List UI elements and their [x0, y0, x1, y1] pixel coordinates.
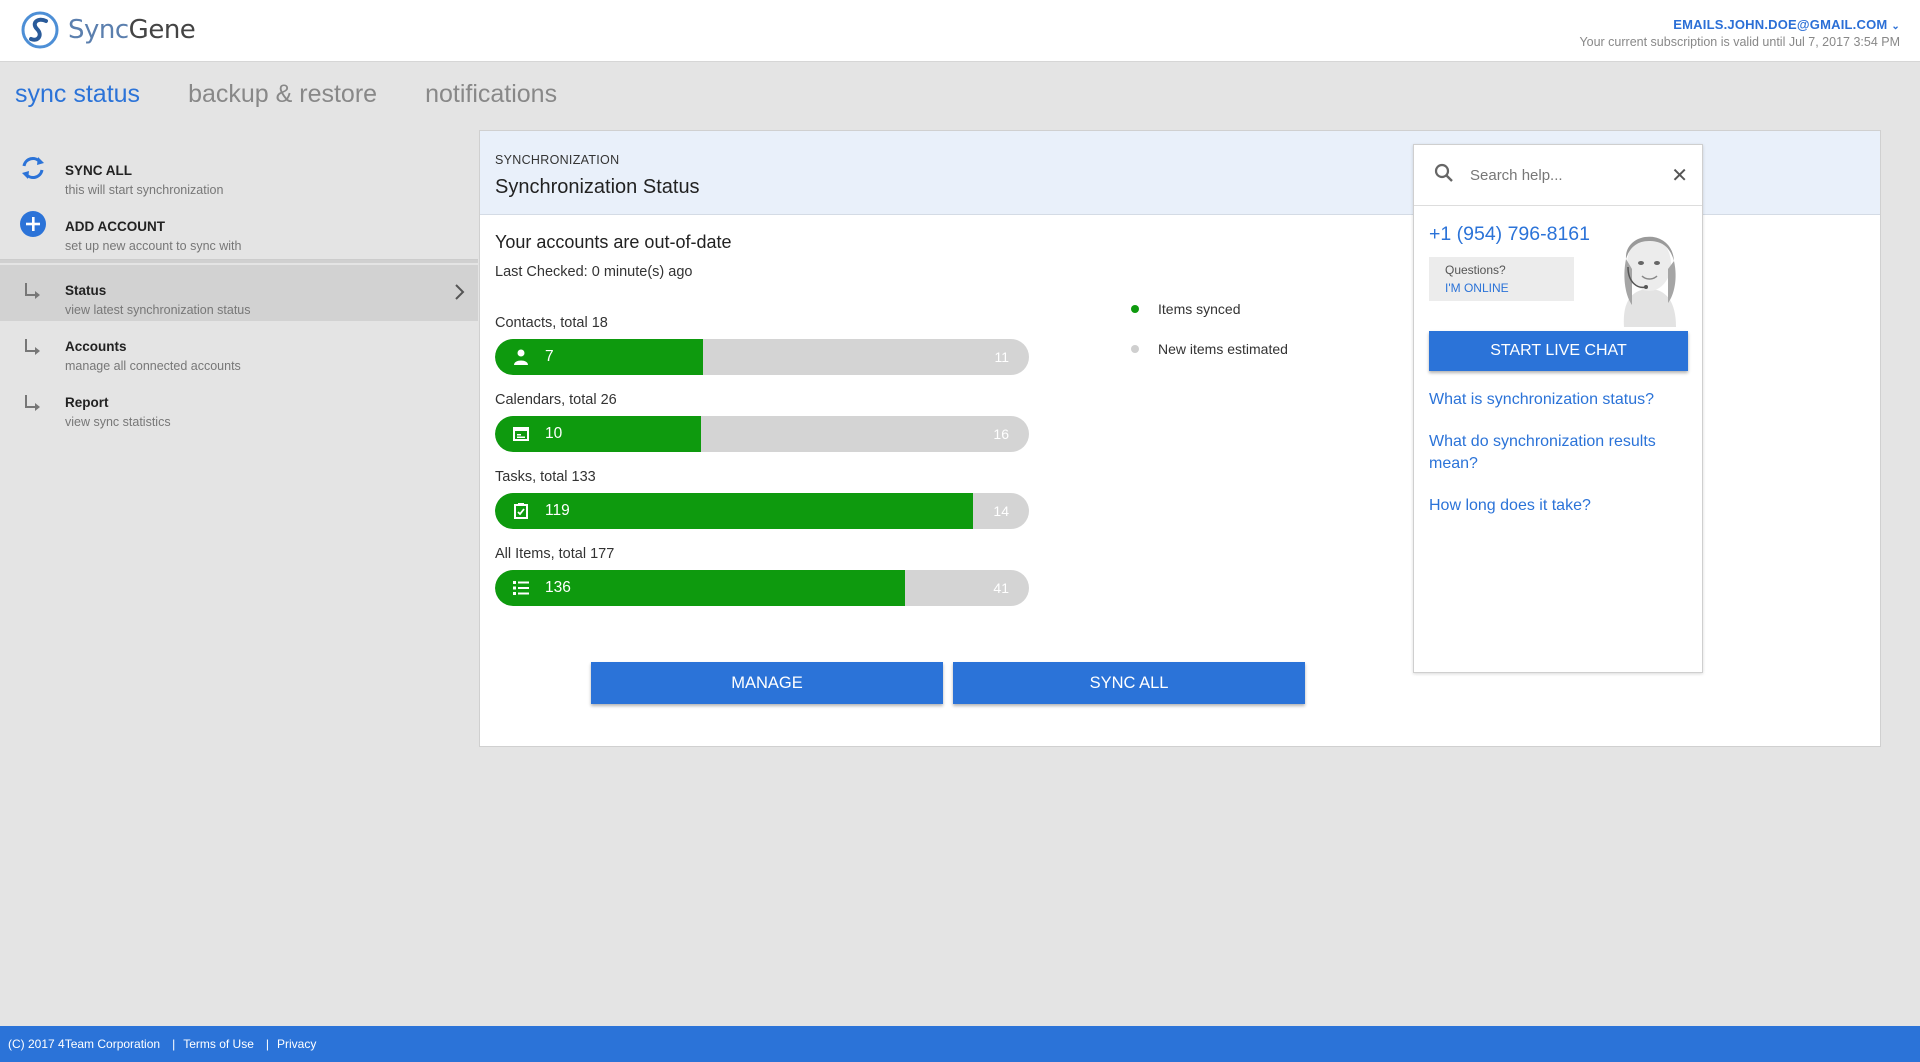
help-search-input[interactable] — [1470, 166, 1660, 184]
sidebar-add-account[interactable]: ADD ACCOUNT set up new account to sync w… — [0, 201, 478, 257]
chevron-down-icon[interactable]: ⌄ — [1891, 21, 1900, 32]
subdirectory-arrow-icon — [22, 393, 46, 419]
sidebar-action-sub: this will start synchronization — [65, 183, 224, 197]
top-nav: sync status backup & restore notificatio… — [15, 80, 605, 109]
account-menu[interactable]: EMAILS.JOHN.DOE@GMAIL.COM ⌄ — [1579, 17, 1900, 32]
list-icon — [511, 580, 531, 596]
sync-all-button[interactable]: SYNC ALL — [953, 662, 1305, 704]
footer: (C) 2017 4Team Corporation | Terms of Us… — [0, 1026, 1920, 1062]
header: SyncGene EMAILS.JOHN.DOE@GMAIL.COM ⌄ Your… — [0, 0, 1920, 62]
legend-item-synced: Items synced — [1131, 289, 1288, 329]
help-search-bar: ✕ — [1414, 145, 1702, 206]
sync-icon — [18, 153, 48, 183]
sidebar-divider — [0, 259, 478, 263]
bar-label: All Items, total 177 — [495, 546, 615, 562]
tab-backup-restore[interactable]: backup & restore — [188, 80, 377, 109]
remaining-count: 14 — [993, 503, 1009, 519]
help-widget: ✕ +1 (954) 796-8161 Questions? I'M ONLIN… — [1413, 144, 1703, 673]
last-checked: Last Checked: 0 minute(s) ago — [495, 264, 693, 280]
bar-label: Tasks, total 133 — [495, 469, 596, 485]
help-link[interactable]: What do synchronization results mean? — [1429, 431, 1679, 475]
subdirectory-arrow-icon — [22, 337, 46, 363]
footer-separator: | — [172, 1037, 176, 1051]
calendar-icon — [511, 427, 531, 441]
progress-bar: 10 16 — [495, 416, 1029, 452]
contacts-progress: Contacts, total 18 7 11 — [495, 315, 1029, 375]
sidebar-item-sub: view latest synchronization status — [65, 303, 251, 317]
legend: Items synced New items estimated — [1131, 289, 1288, 369]
sidebar-action-sub: set up new account to sync with — [65, 239, 242, 253]
questions-label: Questions? — [1445, 263, 1506, 277]
help-link[interactable]: How long does it take? — [1429, 495, 1679, 517]
questions-bubble: Questions? I'M ONLINE — [1429, 257, 1574, 301]
search-icon — [1434, 163, 1454, 188]
terms-link[interactable]: Terms of Use — [183, 1037, 254, 1051]
synced-count: 119 — [545, 502, 570, 519]
sidebar-action-title: ADD ACCOUNT — [65, 219, 165, 234]
progress-fill: 119 — [495, 493, 973, 529]
legend-item-estimated: New items estimated — [1131, 329, 1288, 369]
sidebar-item-label: Report — [65, 395, 109, 410]
subscription-info: Your current subscription is valid until… — [1579, 35, 1900, 49]
remaining-count: 16 — [993, 426, 1009, 442]
support-phone[interactable]: +1 (954) 796-8161 — [1429, 223, 1590, 246]
support-agent-avatar — [1604, 219, 1694, 332]
sidebar: SYNC ALL this will start synchronization… — [0, 145, 478, 433]
progress-fill: 7 — [495, 339, 703, 375]
subdirectory-arrow-icon — [22, 281, 46, 307]
tab-notifications[interactable]: notifications — [425, 80, 557, 109]
sidebar-item-label: Accounts — [65, 339, 127, 354]
sidebar-action-title: SYNC ALL — [65, 163, 132, 178]
account-info: EMAILS.JOHN.DOE@GMAIL.COM ⌄ Your current … — [1579, 17, 1900, 49]
progress-fill: 136 — [495, 570, 906, 606]
task-icon — [511, 503, 531, 519]
calendars-progress: Calendars, total 26 10 16 — [495, 392, 1029, 452]
progress-bar: 136 41 — [495, 570, 1029, 606]
tasks-progress: Tasks, total 133 119 14 — [495, 469, 1029, 529]
progress-bar: 7 11 — [495, 339, 1029, 375]
synced-count: 10 — [545, 425, 563, 442]
syncgene-logo[interactable]: SyncGene — [18, 8, 196, 52]
help-link[interactable]: What is synchronization status? — [1429, 389, 1679, 411]
legend-label: Items synced — [1158, 301, 1241, 317]
tab-sync-status[interactable]: sync status — [15, 80, 140, 109]
account-email[interactable]: EMAILS.JOHN.DOE@GMAIL.COM — [1673, 17, 1887, 32]
start-live-chat-button[interactable]: START LIVE CHAT — [1429, 331, 1688, 371]
logo-icon — [21, 11, 59, 49]
manage-button[interactable]: MANAGE — [591, 662, 943, 704]
legend-label: New items estimated — [1158, 341, 1288, 357]
logo-text: SyncGene — [68, 15, 196, 45]
add-circle-icon — [18, 209, 48, 239]
sidebar-item-report[interactable]: Report view sync statistics — [0, 377, 478, 433]
sidebar-item-sub: manage all connected accounts — [65, 359, 241, 373]
status-message: Your accounts are out-of-date — [495, 232, 732, 252]
sidebar-item-status[interactable]: Status view latest synchronization statu… — [0, 265, 478, 321]
bar-label: Calendars, total 26 — [495, 392, 617, 408]
close-icon[interactable]: ✕ — [1671, 163, 1688, 188]
privacy-link[interactable]: Privacy — [277, 1037, 316, 1051]
synced-count: 136 — [545, 579, 571, 596]
footer-separator: | — [265, 1037, 270, 1051]
sidebar-item-sub: view sync statistics — [65, 415, 171, 429]
sidebar-item-label: Status — [65, 283, 107, 298]
legend-dot — [1131, 305, 1139, 313]
remaining-count: 11 — [994, 349, 1009, 365]
online-status: I'M ONLINE — [1445, 281, 1509, 295]
synced-count: 7 — [545, 348, 554, 365]
sidebar-sync-all[interactable]: SYNC ALL this will start synchronization — [0, 145, 478, 201]
chevron-right-icon — [454, 283, 466, 306]
copyright: (C) 2017 4Team Corporation — [8, 1037, 161, 1051]
bar-label: Contacts, total 18 — [495, 315, 608, 331]
progress-fill: 10 — [495, 416, 701, 452]
sidebar-item-accounts[interactable]: Accounts manage all connected accounts — [0, 321, 478, 377]
all-items-progress: All Items, total 177 136 41 — [495, 546, 1029, 606]
progress-bar: 119 14 — [495, 493, 1029, 529]
legend-dot — [1131, 345, 1139, 353]
person-icon — [511, 349, 531, 365]
remaining-count: 41 — [993, 580, 1009, 596]
